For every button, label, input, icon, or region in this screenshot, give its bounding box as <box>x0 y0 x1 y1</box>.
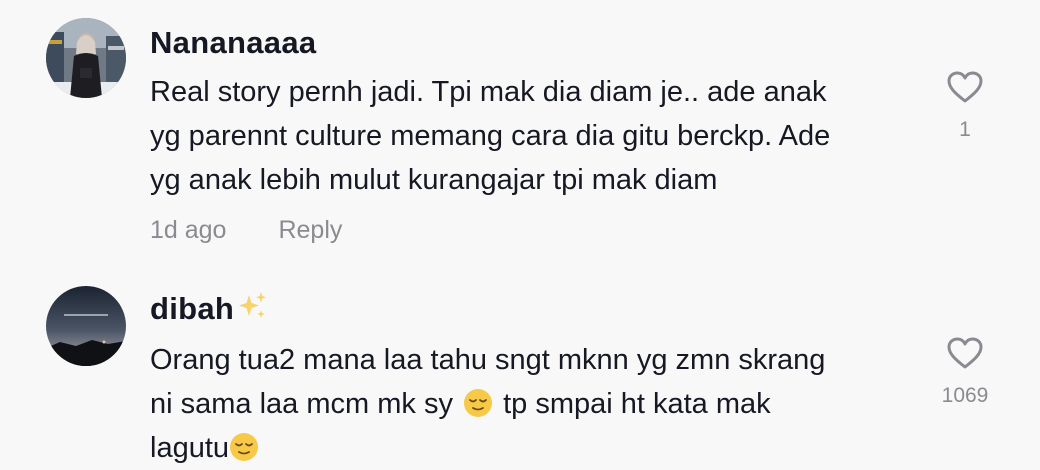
sparkles-icon <box>239 292 267 318</box>
heart-outline-icon[interactable] <box>946 70 984 104</box>
timestamp: 1d ago <box>150 216 227 244</box>
comment-text: Real story pernh jadi. Tpi mak dia diam … <box>150 70 910 202</box>
avatar-photo <box>46 18 126 98</box>
username-text: dibah <box>150 291 235 326</box>
comment-line: yg anak lebih mulut kurangajar tpi mak d… <box>150 164 718 196</box>
relieved-face-emoji <box>230 433 259 461</box>
username[interactable]: dibah <box>150 291 268 327</box>
comment-item: Nananaaaa Real story pernh jadi. Tpi mak… <box>0 0 1040 268</box>
comment-line: Real story pernh jadi. Tpi mak dia diam … <box>150 76 827 108</box>
avatar[interactable] <box>46 18 126 98</box>
heart-outline-icon[interactable] <box>946 336 984 370</box>
comment-line: Orang tua2 mana laa tahu sngt mknn yg zm… <box>150 344 826 376</box>
comment-text-segment: tp smpai ht kata mak <box>503 388 771 420</box>
relieved-face-emoji <box>464 389 493 417</box>
comment-line: lagutu <box>150 426 910 470</box>
username[interactable]: Nananaaaa <box>150 25 316 61</box>
reply-button[interactable]: Reply <box>278 216 342 244</box>
comment-item: dibah Orang tua2 mana laa tahu sngt mknn… <box>0 268 1040 468</box>
comment-text-segment: lagutu <box>150 432 230 464</box>
comment-meta: 1d ago Reply <box>150 216 342 245</box>
comment-line: yg parennt culture memang cara dia gitu … <box>150 120 831 152</box>
like-count: 1 <box>959 118 971 141</box>
like-control: 1069 <box>930 336 1000 408</box>
comment-text: Orang tua2 mana laa tahu sngt mknn yg zm… <box>150 338 910 470</box>
comment-text-segment: ni sama laa mcm mk sy <box>150 388 453 420</box>
like-control: 1 <box>930 70 1000 142</box>
avatar[interactable] <box>46 286 126 366</box>
comment-line: ni sama laa mcm mk sy tp smpai ht kata m… <box>150 382 910 426</box>
like-count: 1069 <box>941 384 989 407</box>
avatar-photo <box>46 286 126 366</box>
